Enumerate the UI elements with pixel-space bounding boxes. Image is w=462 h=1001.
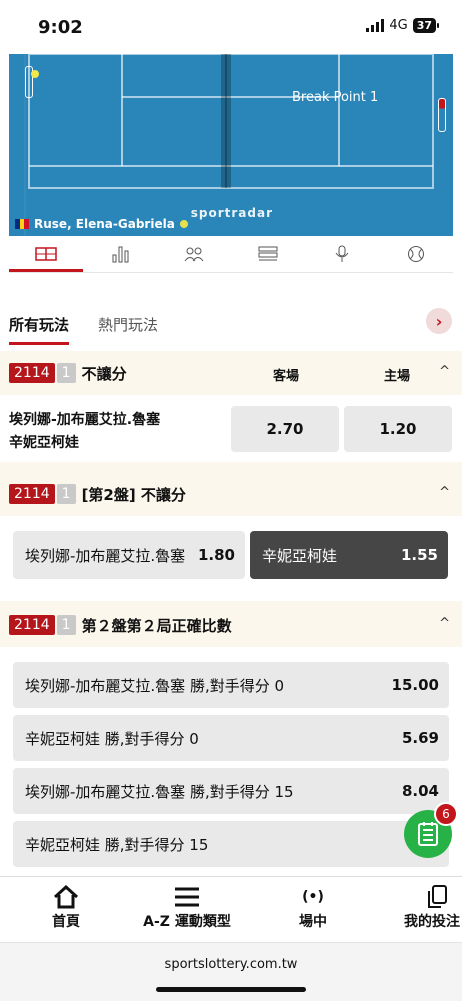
list-icon [258,246,278,261]
bottom-nav: 首頁 A-Z 運動類型 (•) 場中 我的投注 [0,876,462,943]
stats-icon [112,246,129,263]
tennis-ball-icon [31,70,39,78]
chevron-up-icon: ^ [439,485,450,500]
odds-value: 15.00 [391,676,439,694]
serving-player: Ruse, Elena-Gabriela [15,217,188,231]
market-header-correct-score[interactable]: 2114 1 第２盤第２局正確比數 ^ [0,603,462,647]
battery-icon: 37 [412,18,440,33]
odds-away-button[interactable]: 2.70 [231,406,339,452]
market-body-set2-winner: 埃列娜-加布麗艾拉.魯塞 1.80 辛妮亞柯娃 1.55 [0,517,462,601]
odds-value: 1.20 [379,420,417,438]
network-label: 4G [389,18,408,33]
status-right: 4G 37 [366,18,440,33]
court-icon [35,247,57,261]
nav-home[interactable]: 首頁 [44,883,88,931]
betslip-count-badge: 6 [434,802,458,826]
market-code: 2114 [9,484,55,504]
tennis-ball-icon [408,246,424,262]
market-code: 2114 [9,363,55,383]
racket-right-icon [438,98,446,132]
market-body-match-winner: 埃列娜-加布麗艾拉.魯塞 辛妮亞柯娃 2.70 1.20 [0,396,462,462]
market-header-set2-winner[interactable]: 2114 1 [第2盤] 不讓分 ^ [0,472,462,516]
tab-tennis[interactable] [379,236,453,272]
odds-value: 1.55 [400,546,438,564]
tab-hot-markets[interactable]: 熱門玩法 [98,314,158,335]
players-icon [184,247,204,262]
next-arrow-icon[interactable]: › [426,308,452,334]
market-header-match-winner[interactable]: 2114 1 不讓分 客場 主場 ^ [0,351,462,395]
selection-label: 埃列娜-加布麗艾拉.魯塞 [25,546,186,565]
market-tabs: 所有玩法 熱門玩法 › [0,300,462,350]
status-bar: 9:02 4G 37 [0,0,462,54]
market-code: 2114 [9,615,55,635]
selection-label: 辛妮亞柯娃 勝,對手得分 0 [25,729,199,748]
microphone-icon [335,245,349,262]
market-num: 1 [56,484,76,504]
live-broadcast-icon: (•) [302,889,324,905]
tab-all-markets[interactable]: 所有玩法 [9,314,70,345]
odds-left-button[interactable]: 埃列娜-加布麗艾拉.魯塞 1.80 [13,531,245,579]
betslip-fab[interactable]: 6 [404,802,458,858]
divider [0,462,462,472]
clock: 9:02 [38,17,83,38]
team2-name: 辛妮亞柯娃 [9,435,79,451]
nav-az-sports[interactable]: A-Z 運動類型 [132,883,242,931]
tab-stats[interactable] [83,236,157,272]
nav-label: 首頁 [52,914,80,930]
col-away: 客場 [273,369,300,384]
tab-commentary[interactable] [305,236,379,272]
tab-list[interactable] [231,236,305,272]
url-text: sportslottery.com.tw [164,957,298,972]
odds-row-button[interactable]: 埃列娜-加布麗艾拉.魯塞 勝,對手得分 15 8.04 [13,768,449,814]
live-court-tracker[interactable]: Break Point 1 sportradar Ruse, Elena-Gab… [9,54,453,236]
odds-value: 2.70 [266,420,304,438]
market-title: 第２盤第２局正確比數 [81,616,232,635]
odds-value: 8.04 [401,782,439,800]
team1-name: 埃列娜-加布麗艾拉.魯塞 [9,412,161,428]
nav-my-bets[interactable]: 我的投注 [404,883,462,931]
market-title: 不讓分 [81,364,127,383]
home-indicator[interactable] [156,987,306,992]
provider-logo: sportradar [190,206,273,220]
odds-value: 5.69 [401,729,439,747]
nav-live[interactable]: (•) 場中 [290,883,336,931]
copy-icon [428,885,447,908]
browser-url-bar[interactable]: sportslottery.com.tw [0,942,462,1001]
market-body-correct-score: 埃列娜-加布麗艾拉.魯塞 勝,對手得分 0 15.00 辛妮亞柯娃 勝,對手得分… [0,648,462,876]
market-title: [第2盤] 不讓分 [81,485,186,504]
odds-value: 1.80 [197,546,235,564]
odds-row-button[interactable]: 辛妮亞柯娃 勝,對手得分 0 5.69 [13,715,449,761]
odds-home-button[interactable]: 1.20 [344,406,452,452]
chevron-up-icon: ^ [439,616,450,631]
nav-label: A-Z 運動類型 [143,914,231,930]
odds-right-button-selected[interactable]: 辛妮亞柯娃 1.55 [250,531,448,579]
odds-row-button[interactable]: 埃列娜-加布麗艾拉.魯塞 勝,對手得分 0 15.00 [13,662,449,708]
serve-ball-icon [179,220,188,228]
selection-label: 辛妮亞柯娃 [262,546,338,565]
player-name: Ruse, Elena-Gabriela [34,217,175,231]
tab-court[interactable] [9,236,83,272]
romania-flag-icon [15,219,30,229]
home-icon [53,885,79,909]
market-num: 1 [56,363,76,383]
signal-icon [366,19,385,32]
event-label: Break Point 1 [292,90,379,105]
nav-label: 我的投注 [404,914,460,930]
selection-label: 埃列娜-加布麗艾拉.魯塞 勝,對手得分 0 [25,676,285,695]
selection-label: 埃列娜-加布麗艾拉.魯塞 勝,對手得分 15 [25,782,294,801]
tab-players[interactable] [157,236,231,272]
menu-icon [175,887,199,907]
selection-label: 辛妮亞柯娃 勝,對手得分 15 [25,835,209,854]
betslip-icon [418,822,438,846]
tracker-tabs [9,236,453,273]
odds-row-button[interactable]: 辛妮亞柯娃 勝,對手得分 15 [13,821,449,867]
nav-label: 場中 [299,914,327,930]
col-home: 主場 [384,369,411,384]
market-num: 1 [56,615,76,635]
chevron-up-icon: ^ [439,364,450,379]
